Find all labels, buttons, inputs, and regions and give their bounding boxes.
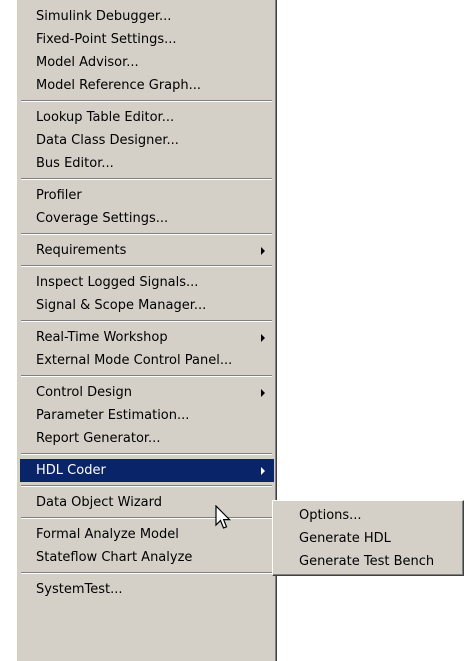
menu-item-label: Stateflow Chart Analyze (36, 550, 193, 565)
menu-separator (21, 233, 272, 235)
menu-item-label: Inspect Logged Signals... (36, 275, 199, 290)
menu-item-label: Data Object Wizard (36, 495, 162, 510)
submenu-item-generate-test-bench[interactable]: Generate Test Bench (275, 550, 461, 573)
menu-item-label: Model Reference Graph... (36, 78, 202, 93)
menu-separator (21, 375, 272, 377)
menu-item-simulink-debugger[interactable]: Simulink Debugger... (20, 5, 274, 28)
menu-item-label: Formal Analyze Model (36, 527, 179, 542)
menu-item-label: Lookup Table Editor... (36, 110, 175, 125)
menu-separator (21, 100, 272, 102)
submenu-item-label: Generate HDL (299, 531, 391, 546)
menu-item-label: External Mode Control Panel... (36, 353, 233, 368)
hdl-coder-submenu: Options... Generate HDL Generate Test Benc… (272, 500, 464, 576)
submenu-arrow-icon (261, 467, 265, 475)
menu-item-real-time-workshop[interactable]: Real-Time Workshop (20, 326, 274, 349)
menu-separator (21, 517, 272, 519)
menu-item-fixed-point-settings[interactable]: Fixed-Point Settings... (20, 28, 274, 51)
menu-item-label: Bus Editor... (36, 156, 114, 171)
menu-item-formal-analyze-model[interactable]: Formal Analyze Model (20, 523, 274, 546)
menu-item-model-advisor[interactable]: Model Advisor... (20, 51, 274, 74)
menu-item-label: Data Class Designer... (36, 133, 179, 148)
menu-separator (21, 453, 272, 455)
menu-item-external-mode-control-panel[interactable]: External Mode Control Panel... (20, 349, 274, 372)
menu-item-hdl-coder[interactable]: HDL Coder (20, 459, 274, 482)
menu-item-label: Parameter Estimation... (36, 408, 190, 423)
menu-item-label: Fixed-Point Settings... (36, 32, 177, 47)
menu-item-signal-and-scope-manager[interactable]: Signal & Scope Manager... (20, 294, 274, 317)
menu-item-data-class-designer[interactable]: Data Class Designer... (20, 129, 274, 152)
menu-item-bus-editor[interactable]: Bus Editor... (20, 152, 274, 175)
submenu-item-label: Generate Test Bench (299, 554, 435, 569)
menu-item-label: Report Generator... (36, 431, 161, 446)
menu-item-label: Profiler (36, 188, 82, 203)
menu-separator (21, 485, 272, 487)
menu-separator (21, 572, 272, 574)
menu-item-label: Control Design (36, 385, 133, 400)
menu-item-report-generator[interactable]: Report Generator... (20, 427, 274, 450)
menu-item-model-reference-graph[interactable]: Model Reference Graph... (20, 74, 274, 97)
submenu-item-options[interactable]: Options... (275, 504, 461, 527)
menu-item-data-object-wizard[interactable]: Data Object Wizard (20, 491, 274, 514)
mouse-pointer-icon (215, 505, 231, 529)
menu-separator (21, 265, 272, 267)
tools-menu: Simulink Debugger... Fixed-Point Settings… (16, 0, 277, 661)
submenu-item-label: Options... (299, 508, 362, 523)
submenu-arrow-icon (261, 247, 265, 255)
menu-item-requirements[interactable]: Requirements (20, 239, 274, 262)
menu-separator (21, 320, 272, 322)
menu-item-label: HDL Coder (36, 463, 106, 478)
submenu-item-generate-hdl[interactable]: Generate HDL (275, 527, 461, 550)
menu-item-label: Coverage Settings... (36, 211, 169, 226)
menu-item-inspect-logged-signals[interactable]: Inspect Logged Signals... (20, 271, 274, 294)
submenu-arrow-icon (261, 334, 265, 342)
submenu-arrow-icon (261, 389, 265, 397)
menu-item-systemtest[interactable]: SystemTest... (20, 578, 274, 601)
menu-item-lookup-table-editor[interactable]: Lookup Table Editor... (20, 106, 274, 129)
menu-item-parameter-estimation[interactable]: Parameter Estimation... (20, 404, 274, 427)
menu-item-label: Signal & Scope Manager... (36, 298, 207, 313)
menu-item-coverage-settings[interactable]: Coverage Settings... (20, 207, 274, 230)
menu-item-label: Simulink Debugger... (36, 9, 172, 24)
menu-item-label: SystemTest... (36, 582, 123, 597)
menu-item-stateflow-chart-analyze[interactable]: Stateflow Chart Analyze (20, 546, 274, 569)
menu-item-label: Requirements (36, 243, 127, 258)
menu-item-label: Real-Time Workshop (36, 330, 168, 345)
menu-item-label: Model Advisor... (36, 55, 139, 70)
menu-separator (21, 178, 272, 180)
menu-item-control-design[interactable]: Control Design (20, 381, 274, 404)
menu-item-profiler[interactable]: Profiler (20, 184, 274, 207)
